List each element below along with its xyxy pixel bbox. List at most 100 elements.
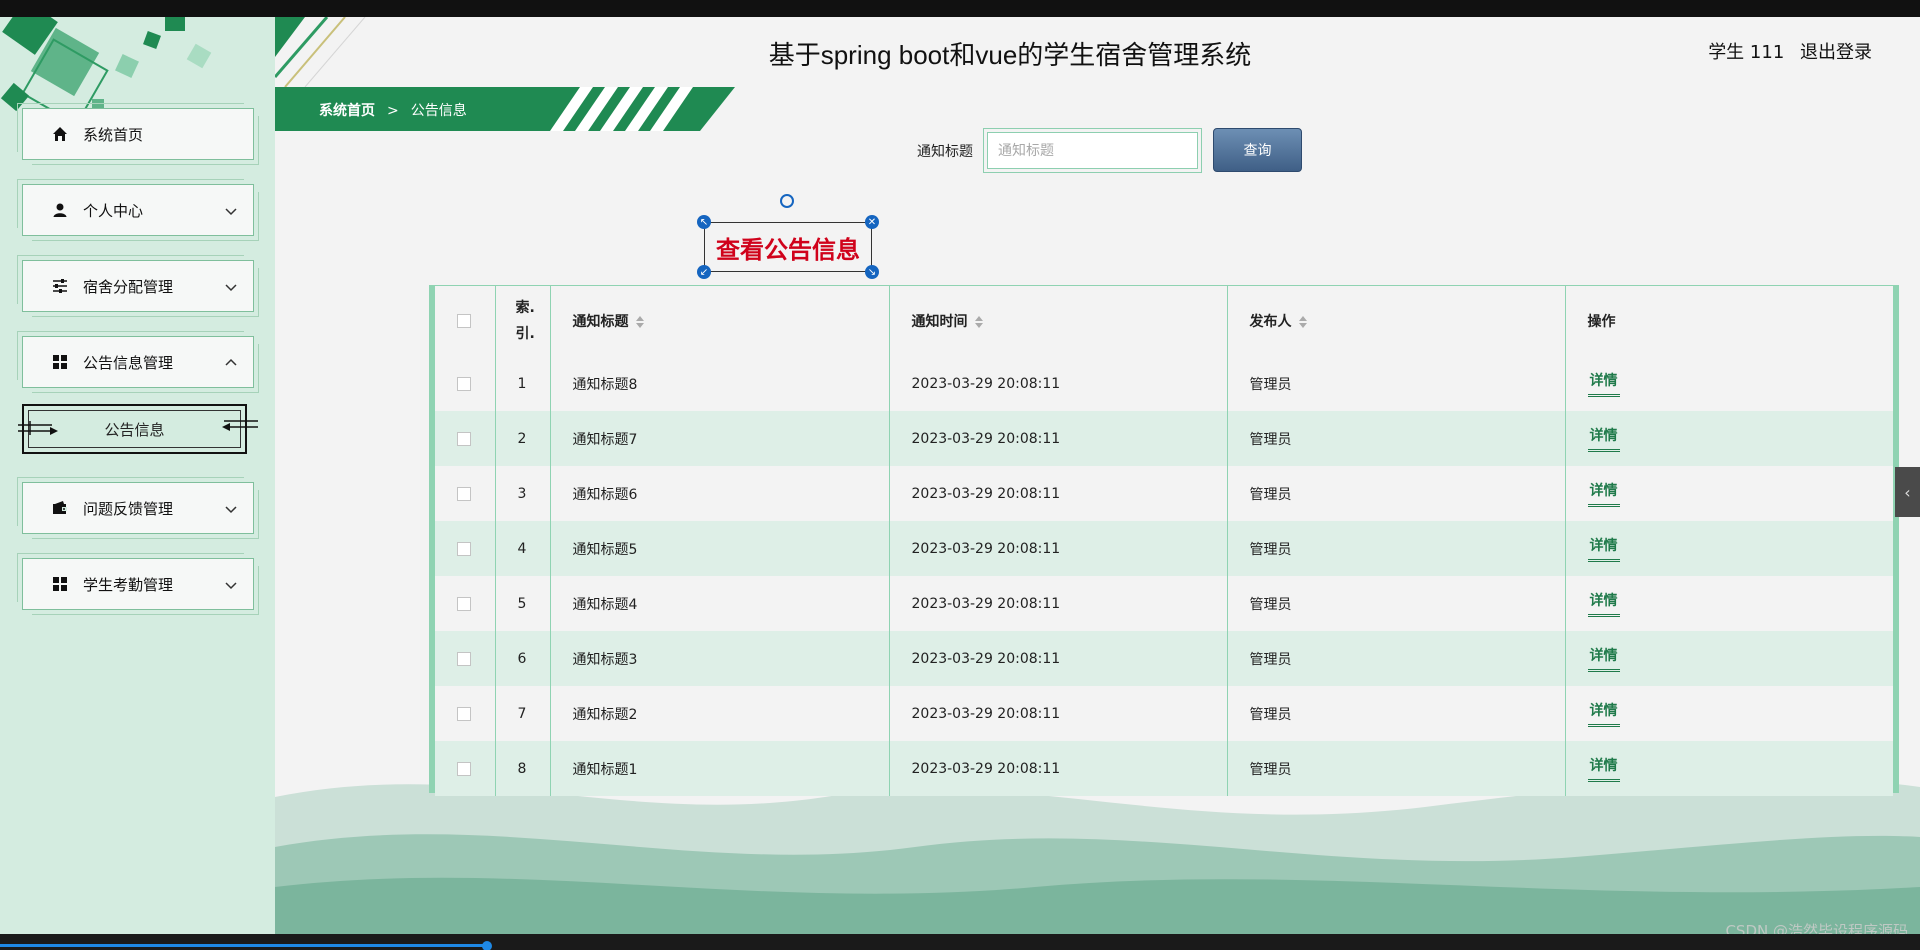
sidebar-item-label: 个人中心 <box>83 201 144 220</box>
row-checkbox[interactable] <box>457 486 471 501</box>
row-index: 8 <box>495 741 551 796</box>
breadcrumb-current: 公告信息 <box>410 103 467 119</box>
row-publisher: 管理员 <box>1227 741 1566 796</box>
sidebar-item-personal-center[interactable]: 个人中心 <box>17 179 259 241</box>
table-row: 7 通知标题2 2023-03-29 20:08:11 管理员 详情 <box>435 686 1893 741</box>
detail-link[interactable]: 详情 <box>1587 590 1620 617</box>
video-progress-handle[interactable] <box>482 941 492 950</box>
row-title: 通知标题8 <box>550 356 890 411</box>
row-action-cell: 详情 <box>1565 631 1893 686</box>
row-checkbox[interactable] <box>457 651 471 666</box>
table-row: 1 通知标题8 2023-03-29 20:08:11 管理员 详情 <box>435 356 1893 411</box>
row-checkbox-cell <box>435 411 496 466</box>
resize-handle-top-left[interactable]: ↖ <box>697 215 711 229</box>
caption-text: 查看公告信息 <box>716 235 860 264</box>
row-publisher: 管理员 <box>1227 411 1566 466</box>
detail-link[interactable]: 详情 <box>1587 480 1620 507</box>
grid-icon <box>51 575 69 593</box>
caption-text-box[interactable]: 查看公告信息 <box>704 222 872 272</box>
row-action-cell: 详情 <box>1565 686 1893 741</box>
table-row: 5 通知标题4 2023-03-29 20:08:11 管理员 详情 <box>435 576 1893 631</box>
grid-icon <box>51 353 69 371</box>
row-publisher: 管理员 <box>1227 466 1566 521</box>
row-checkbox[interactable] <box>457 596 471 611</box>
page-title: 基于spring boot和vue的学生宿舍管理系统 <box>768 40 1252 70</box>
table-row: 6 通知标题3 2023-03-29 20:08:11 管理员 详情 <box>435 631 1893 686</box>
row-action-cell: 详情 <box>1565 741 1893 796</box>
header-action: 操作 <box>1587 314 1616 330</box>
row-publisher: 管理员 <box>1227 356 1566 411</box>
row-time: 2023-03-29 20:08:11 <box>889 576 1228 631</box>
row-publisher: 管理员 <box>1227 686 1566 741</box>
sliders-icon <box>51 277 69 295</box>
sidebar-item-label: 公告信息管理 <box>83 353 174 372</box>
row-checkbox-cell <box>435 686 496 741</box>
header-time[interactable]: 通知时间 <box>889 286 1228 356</box>
sort-icon[interactable] <box>635 315 645 329</box>
sidebar-item-home[interactable]: 系统首页 <box>17 103 259 165</box>
user-icon <box>51 201 69 219</box>
row-checkbox[interactable] <box>457 376 471 391</box>
logout-link[interactable]: 退出登录 <box>1800 42 1872 63</box>
close-handle-icon[interactable]: ✕ <box>865 215 879 229</box>
collapse-panel-button[interactable]: ‹ <box>1895 467 1920 517</box>
row-checkbox[interactable] <box>457 706 471 721</box>
row-time: 2023-03-29 20:08:11 <box>889 356 1228 411</box>
detail-link[interactable]: 详情 <box>1587 755 1620 782</box>
current-user: 学生 111 <box>1708 42 1785 63</box>
sidebar-item-label: 学生考勤管理 <box>83 575 174 594</box>
sort-icon[interactable] <box>974 315 984 329</box>
sidebar-item-label: 系统首页 <box>83 125 144 144</box>
row-publisher: 管理员 <box>1227 631 1566 686</box>
row-checkbox-cell <box>435 356 496 411</box>
header-title[interactable]: 通知标题 <box>550 286 890 356</box>
sidebar-item-notice-management[interactable]: 公告信息管理 <box>17 331 259 393</box>
video-progress-bar[interactable] <box>0 944 488 947</box>
detail-link[interactable]: 详情 <box>1587 370 1620 397</box>
row-time: 2023-03-29 20:08:11 <box>889 466 1228 521</box>
resize-handle-bottom-right[interactable]: ↘ <box>865 265 879 279</box>
sidebar-item-feedback-management[interactable]: 问题反馈管理 <box>17 477 259 539</box>
row-checkbox-cell <box>435 741 496 796</box>
header-title-label: 通知标题 <box>572 314 629 330</box>
screen-bottom-bar <box>0 934 1920 950</box>
row-checkbox[interactable] <box>457 541 471 556</box>
detail-link[interactable]: 详情 <box>1587 700 1620 727</box>
sidebar-item-label: 问题反馈管理 <box>83 499 174 518</box>
row-publisher: 管理员 <box>1227 521 1566 576</box>
sidebar-item-attendance-management[interactable]: 学生考勤管理 <box>17 553 259 615</box>
header-select-all <box>435 286 496 356</box>
rotate-handle[interactable] <box>780 194 794 208</box>
notice-table-grid: 索. 引. 通知标题 通知时间 发布人 操作 1 通知标题8 2023-03-29 2… <box>435 286 1893 796</box>
sort-icon[interactable] <box>1298 315 1308 329</box>
row-checkbox[interactable] <box>457 761 471 776</box>
select-all-checkbox[interactable] <box>457 314 471 328</box>
resize-handle-bottom-left[interactable]: ↙ <box>697 265 711 279</box>
sidebar: 系统首页 个人中心 宿舍分配管理 公告信息管理 公告信息 问题反馈管理 学生考勤… <box>0 17 275 934</box>
arrow-right-icon <box>18 421 58 435</box>
chevron-down-icon <box>225 284 237 292</box>
row-checkbox[interactable] <box>457 431 471 446</box>
sidebar-item-dorm-allocation[interactable]: 宿舍分配管理 <box>17 255 259 317</box>
breadcrumb-separator: > <box>387 103 399 119</box>
table-header-row: 索. 引. 通知标题 通知时间 发布人 操作 <box>435 286 1893 356</box>
row-title: 通知标题7 <box>550 411 890 466</box>
row-checkbox-cell <box>435 521 496 576</box>
detail-link[interactable]: 详情 <box>1587 645 1620 672</box>
search-input[interactable] <box>987 132 1198 169</box>
header-publisher[interactable]: 发布人 <box>1227 286 1566 356</box>
sidebar-item-label: 宿舍分配管理 <box>83 277 174 296</box>
row-checkbox-cell <box>435 631 496 686</box>
row-action-cell: 详情 <box>1565 521 1893 576</box>
detail-link[interactable]: 详情 <box>1587 425 1620 452</box>
notice-table: 索. 引. 通知标题 通知时间 发布人 操作 1 通知标题8 2023-03-29 2… <box>429 285 1899 796</box>
table-body: 1 通知标题8 2023-03-29 20:08:11 管理员 详情 2 通知标题7 2023… <box>435 356 1893 796</box>
chevron-up-icon <box>225 358 237 366</box>
watermark: CSDN @浩然毕设程序源码 <box>1725 922 1908 934</box>
user-area: 学生 111 退出登录 <box>1708 38 1872 64</box>
row-action-cell: 详情 <box>1565 466 1893 521</box>
detail-link[interactable]: 详情 <box>1587 535 1620 562</box>
breadcrumb-home[interactable]: 系统首页 <box>319 103 375 119</box>
search-button[interactable]: 查询 <box>1213 128 1302 172</box>
row-title: 通知标题2 <box>550 686 890 741</box>
